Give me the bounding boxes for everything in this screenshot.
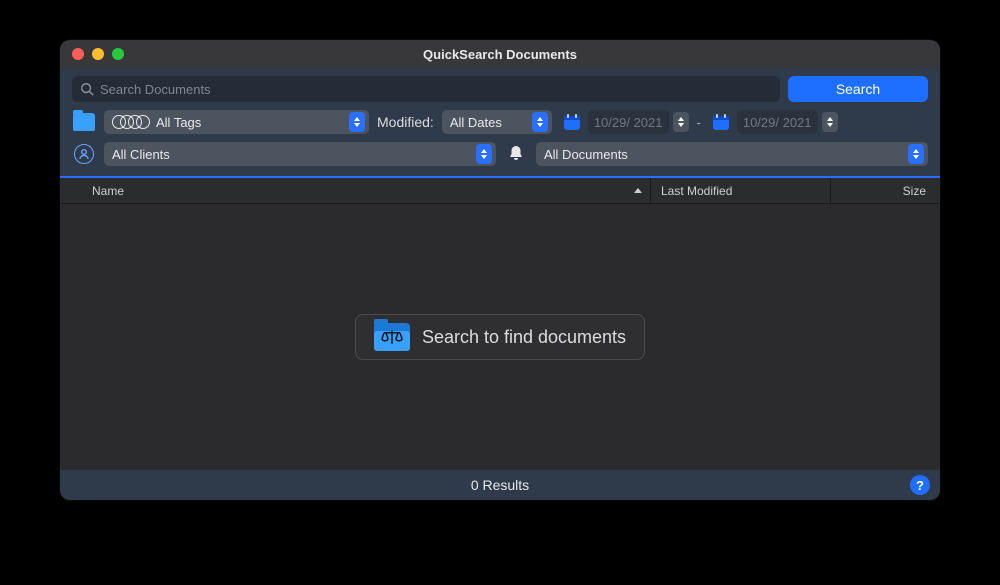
tag-color-circles-icon: [112, 115, 150, 129]
client-icon: [72, 143, 96, 165]
filters-row-2: All Clients All Documents: [72, 142, 928, 166]
calendar-from-button[interactable]: [560, 111, 584, 133]
modified-date-popup[interactable]: All Dates: [442, 110, 552, 134]
tag-folder-icon: [72, 111, 96, 133]
date-range-separator: -: [697, 115, 701, 130]
minimize-window-button[interactable]: [92, 48, 104, 60]
search-field[interactable]: [72, 76, 780, 102]
popup-arrows-icon: [532, 112, 548, 132]
bell-icon: [504, 143, 528, 165]
column-modified-label: Last Modified: [661, 184, 732, 198]
tags-filter-popup[interactable]: All Tags: [104, 110, 369, 134]
modified-label: Modified:: [377, 114, 434, 130]
titlebar: QuickSearch Documents: [60, 40, 940, 68]
search-toolbar: Search All Tags Modified: All Dates: [60, 68, 940, 178]
clients-filter-value: All Clients: [112, 147, 170, 162]
column-header-name[interactable]: Name: [92, 184, 650, 198]
zoom-window-button[interactable]: [112, 48, 124, 60]
search-row: Search: [72, 76, 928, 102]
close-window-button[interactable]: [72, 48, 84, 60]
date-from-stepper[interactable]: [673, 112, 689, 132]
date-to-field[interactable]: 10/29/ 2021: [737, 110, 818, 134]
popup-arrows-icon: [476, 144, 492, 164]
column-header-size[interactable]: Size: [830, 178, 926, 203]
help-button[interactable]: ?: [910, 475, 930, 495]
window-title: QuickSearch Documents: [60, 47, 940, 62]
search-icon: [80, 82, 94, 96]
results-table-body: Search to find documents: [60, 204, 940, 470]
results-table-header: Name Last Modified Size: [60, 178, 940, 204]
date-from-group: 10/29/ 2021: [560, 110, 689, 134]
clients-filter-popup[interactable]: All Clients: [104, 142, 496, 166]
popup-arrows-icon: [349, 112, 365, 132]
documents-folder-icon: [374, 323, 410, 351]
column-name-label: Name: [92, 184, 124, 198]
modified-date-value: All Dates: [450, 115, 502, 130]
popup-arrows-icon: [908, 144, 924, 164]
date-from-field[interactable]: 10/29/ 2021: [588, 110, 669, 134]
results-count: 0 Results: [471, 477, 529, 493]
window-controls: [60, 48, 124, 60]
status-bar: 0 Results ?: [60, 470, 940, 500]
filters-row-1: All Tags Modified: All Dates 10/29/ 2021…: [72, 110, 928, 134]
date-to-group: 10/29/ 2021: [709, 110, 838, 134]
doctype-filter-popup[interactable]: All Documents: [536, 142, 928, 166]
column-header-modified[interactable]: Last Modified: [650, 178, 830, 203]
doctype-filter-value: All Documents: [544, 147, 628, 162]
column-size-label: Size: [903, 184, 926, 198]
calendar-to-button[interactable]: [709, 111, 733, 133]
empty-state: Search to find documents: [355, 314, 645, 360]
search-button[interactable]: Search: [788, 76, 928, 102]
date-to-stepper[interactable]: [822, 112, 838, 132]
empty-state-message: Search to find documents: [422, 327, 626, 348]
tags-filter-value: All Tags: [156, 115, 201, 130]
search-input[interactable]: [94, 82, 772, 97]
app-window: QuickSearch Documents Search All Tags: [60, 40, 940, 500]
sort-ascending-icon: [634, 188, 642, 193]
